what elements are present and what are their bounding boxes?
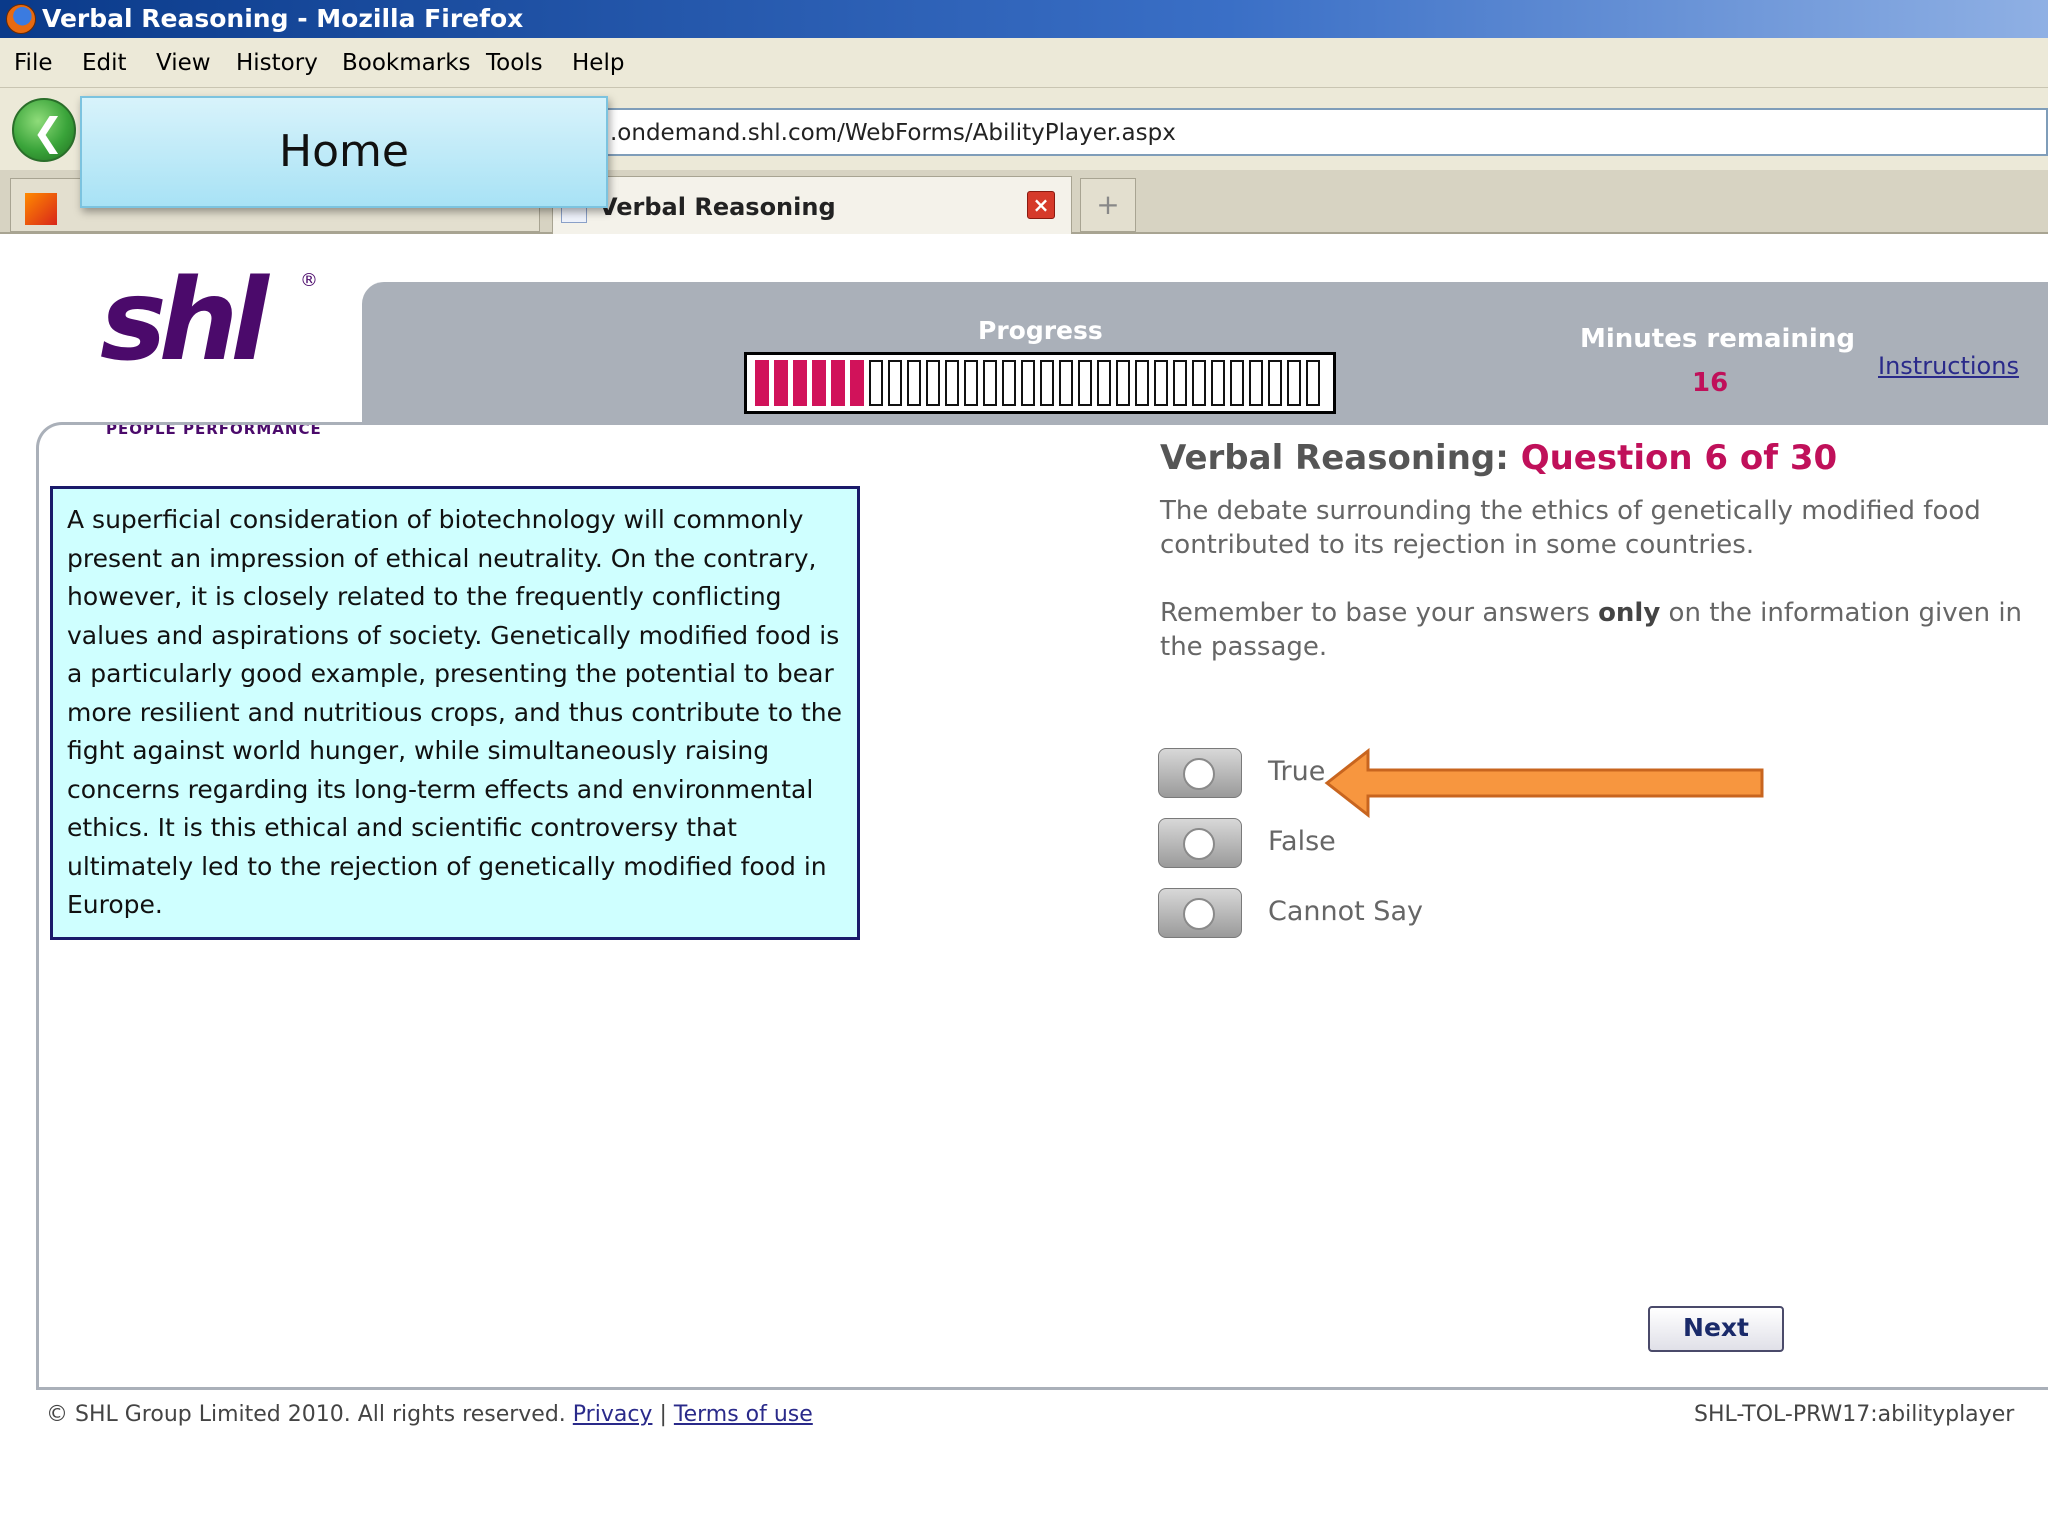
progress-segment-remaining bbox=[1059, 360, 1073, 406]
progress-segment-remaining bbox=[1306, 360, 1320, 406]
terms-of-use-link[interactable]: Terms of use bbox=[674, 1402, 813, 1427]
progress-segment-completed bbox=[793, 360, 807, 406]
registered-mark: ® bbox=[300, 270, 318, 291]
window-title: Verbal Reasoning - Mozilla Firefox bbox=[42, 4, 524, 33]
progress-label: Progress bbox=[978, 316, 1103, 345]
question-title-prefix: Verbal Reasoning: bbox=[1160, 438, 1509, 478]
menu-help[interactable]: Help bbox=[572, 50, 624, 76]
reminder-text-start: Remember to base your answers bbox=[1160, 598, 1599, 628]
progress-segment-remaining bbox=[1287, 360, 1301, 406]
radio-knob-icon bbox=[1183, 758, 1215, 790]
progress-segment-remaining bbox=[1021, 360, 1035, 406]
progress-segment-remaining bbox=[964, 360, 978, 406]
question-title: Verbal Reasoning: Question 6 of 30 bbox=[1160, 438, 1837, 478]
question-statement: The debate surrounding the ethics of gen… bbox=[1160, 496, 1981, 560]
new-tab-button[interactable]: + bbox=[1080, 178, 1136, 232]
shl-logo: shl ® PEOPLE PERFORMANCE bbox=[100, 256, 330, 438]
pointer-arrow-icon bbox=[1324, 748, 1764, 818]
site-favicon-icon bbox=[25, 193, 57, 225]
option-false-radio[interactable] bbox=[1158, 818, 1242, 868]
progress-segment-completed bbox=[774, 360, 788, 406]
option-cannot-say-radio[interactable] bbox=[1158, 888, 1242, 938]
menu-history[interactable]: History bbox=[236, 50, 318, 76]
tab-verbal-reasoning[interactable]: Verbal Reasoning × bbox=[552, 176, 1072, 234]
progress-segment-remaining bbox=[1211, 360, 1225, 406]
footer-separator: | bbox=[659, 1402, 667, 1427]
window-titlebar: Verbal Reasoning - Mozilla Firefox bbox=[0, 0, 2048, 38]
progress-segment-remaining bbox=[1268, 360, 1282, 406]
progress-segment-remaining bbox=[1116, 360, 1130, 406]
progress-segment-completed bbox=[850, 360, 864, 406]
minutes-remaining-value: 16 bbox=[1692, 368, 1729, 398]
menu-file[interactable]: File bbox=[14, 50, 53, 76]
progress-segment-remaining bbox=[945, 360, 959, 406]
back-arrow-icon: ❮ bbox=[32, 110, 64, 154]
progress-segment-completed bbox=[755, 360, 769, 406]
menu-bar: File Edit View History Bookmarks Tools H… bbox=[0, 38, 2048, 88]
test-page: shl ® PEOPLE PERFORMANCE Progress Minute… bbox=[0, 236, 2048, 1536]
progress-bar bbox=[744, 352, 1336, 414]
progress-segment-remaining bbox=[1097, 360, 1111, 406]
option-true-label[interactable]: True bbox=[1268, 756, 1325, 787]
progress-segment-remaining bbox=[1002, 360, 1016, 406]
option-cannot-say-label[interactable]: Cannot Say bbox=[1268, 896, 1423, 927]
progress-segment-remaining bbox=[869, 360, 883, 406]
firefox-icon bbox=[6, 4, 36, 34]
progress-segment-remaining bbox=[983, 360, 997, 406]
footer: © SHL Group Limited 2010. All rights res… bbox=[46, 1402, 813, 1427]
menu-edit[interactable]: Edit bbox=[82, 50, 127, 76]
progress-segment-remaining bbox=[907, 360, 921, 406]
progress-segment-remaining bbox=[1135, 360, 1149, 406]
close-tab-icon[interactable]: × bbox=[1027, 191, 1055, 219]
progress-segment-completed bbox=[831, 360, 845, 406]
tab-label: Verbal Reasoning bbox=[599, 193, 836, 221]
question-number: Question 6 of 30 bbox=[1520, 438, 1838, 478]
progress-segment-remaining bbox=[1154, 360, 1168, 406]
progress-segment-remaining bbox=[926, 360, 940, 406]
back-button[interactable]: ❮ bbox=[12, 98, 76, 162]
option-false-label[interactable]: False bbox=[1268, 826, 1336, 857]
progress-segment-remaining bbox=[1249, 360, 1263, 406]
copyright-text: © SHL Group Limited 2010. All rights res… bbox=[46, 1402, 566, 1427]
progress-segment-completed bbox=[812, 360, 826, 406]
option-true-radio[interactable] bbox=[1158, 748, 1242, 798]
privacy-link[interactable]: Privacy bbox=[573, 1402, 653, 1427]
progress-segment-remaining bbox=[1230, 360, 1244, 406]
option-cannot-say[interactable]: Cannot Say bbox=[1158, 888, 1858, 942]
menu-tools[interactable]: Tools bbox=[486, 50, 543, 76]
option-false[interactable]: False bbox=[1158, 818, 1858, 872]
build-id: SHL-TOL-PRW17:abilityplayer bbox=[1694, 1402, 2015, 1427]
answer-reminder: Remember to base your answers only on th… bbox=[1160, 596, 2048, 664]
logo-wordmark: shl bbox=[100, 256, 269, 386]
progress-segment-remaining bbox=[888, 360, 902, 406]
radio-knob-icon bbox=[1183, 898, 1215, 930]
url-bar[interactable]: .ondemand.shl.com/WebForms/AbilityPlayer… bbox=[600, 108, 2048, 156]
minutes-remaining-label: Minutes remaining bbox=[1580, 324, 1855, 354]
progress-segment-remaining bbox=[1040, 360, 1054, 406]
reminder-emphasis: only bbox=[1598, 598, 1661, 628]
menu-bookmarks[interactable]: Bookmarks bbox=[342, 50, 471, 76]
menu-view[interactable]: View bbox=[156, 50, 211, 76]
reading-passage: A superficial consideration of biotechno… bbox=[50, 486, 860, 940]
next-button[interactable]: Next bbox=[1648, 1306, 1784, 1352]
radio-knob-icon bbox=[1183, 828, 1215, 860]
progress-segment-remaining bbox=[1078, 360, 1092, 406]
progress-segment-remaining bbox=[1173, 360, 1187, 406]
progress-segment-remaining bbox=[1192, 360, 1206, 406]
home-overlay-label: Home bbox=[80, 96, 608, 208]
instructions-link[interactable]: Instructions bbox=[1878, 352, 2019, 380]
